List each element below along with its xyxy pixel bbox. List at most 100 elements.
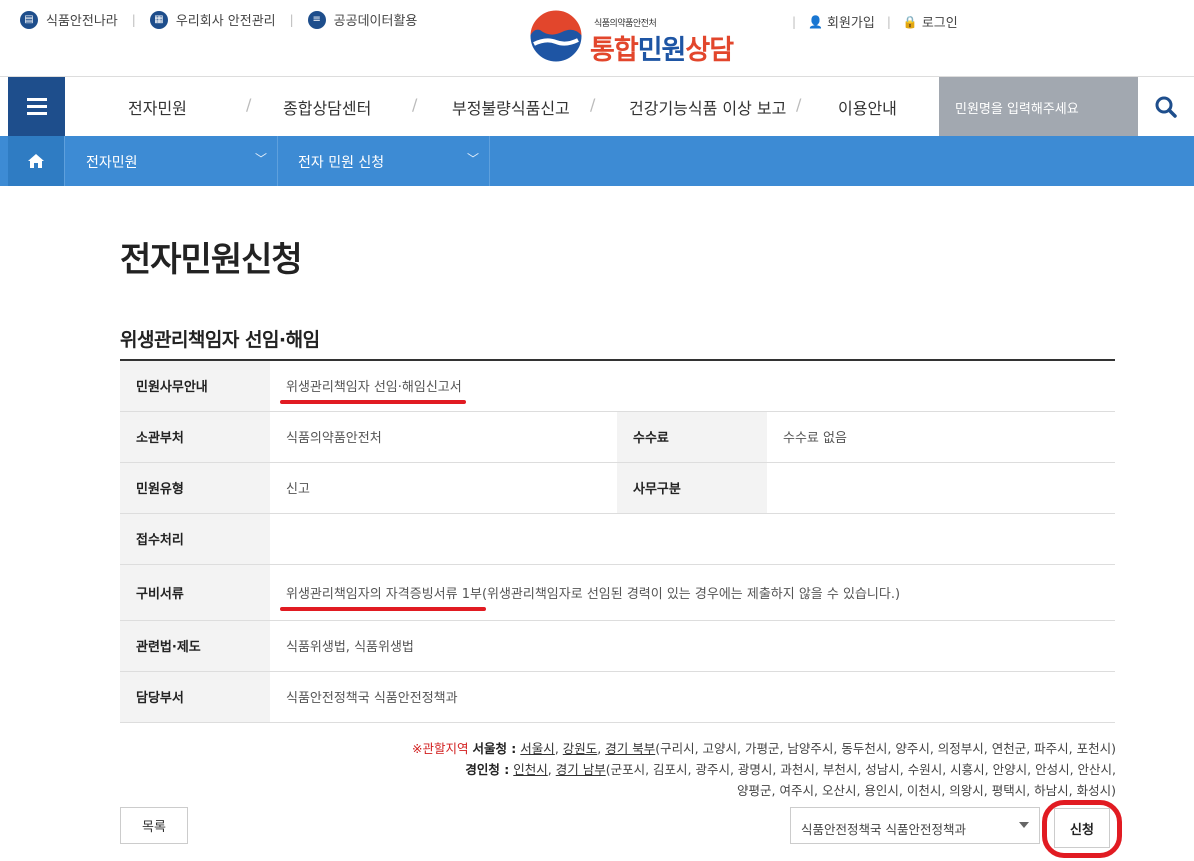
breadcrumb-level1-label: 전자민원: [86, 155, 138, 171]
table-row: 관련법·제도 식품위생법, 식품위생법: [120, 620, 1115, 672]
incheon-region-list-cont: 양평군, 여주시, 오산시, 용인시, 이천시, 의왕시, 평택시, 하남시, …: [737, 783, 1116, 798]
search-icon: [1155, 96, 1177, 118]
logo-title-part: 통합: [590, 35, 639, 66]
gnb-item-guide[interactable]: 이용안내: [838, 95, 897, 119]
signup-label: 회원가입: [827, 16, 875, 31]
seoul-line: ※관할지역 서울청 : 서울시, 강원도, 경기 북부(구리시, 고양시, 가평…: [411, 741, 1116, 756]
search-input[interactable]: 민원명을 입력해주세요: [939, 77, 1138, 136]
menu-bar: [26, 98, 47, 101]
charge-value: 식품안전정책국 식품안전정책과: [270, 671, 1115, 723]
document-icon: ▤: [20, 10, 38, 29]
global-nav: 전자민원 / 종합상담센터 / 부정불량식품신고 / 건강기능식품 이상 보고 …: [0, 76, 1194, 136]
divider: |: [289, 12, 294, 27]
utility-right-links: | 👤 회원가입 | 🔒 로그인: [780, 12, 958, 32]
highlight-circle: [1042, 800, 1122, 858]
work-value: [767, 462, 1115, 514]
gnb-item-consult-center[interactable]: 종합상담센터: [283, 95, 371, 119]
search-button[interactable]: [1138, 77, 1194, 136]
jurisdiction-notice: ※관할지역 서울청 : 서울시, 강원도, 경기 북부(구리시, 고양시, 가평…: [120, 738, 1116, 801]
list-button[interactable]: 목록: [120, 807, 188, 844]
login-link[interactable]: 🔒 로그인: [902, 12, 958, 32]
hamburger-menu-button[interactable]: [8, 77, 65, 136]
user-plus-icon: 👤: [808, 14, 823, 29]
docs-label: 구비서류: [120, 564, 270, 621]
incheon-office-label: 경인청 :: [465, 762, 510, 777]
home-icon: [28, 154, 44, 168]
region-link[interactable]: 경기 북부: [605, 741, 655, 756]
law-value: 식품위생법, 식품위생법: [270, 620, 1115, 672]
table-row: 소관부처 식품의약품안전처 수수료 수수료 없음: [120, 411, 1115, 463]
divider: |: [886, 14, 891, 29]
gnb-divider: /: [246, 95, 252, 114]
region-link[interactable]: 강원도: [563, 741, 598, 756]
database-icon: ≡: [307, 10, 326, 29]
chevron-down-icon: ﹀: [466, 152, 479, 166]
menu-bar: [26, 105, 47, 108]
charge-label: 담당부서: [120, 671, 270, 723]
incheon-line: 경인청 : 인천시, 경기 남부(군포시, 김포시, 광주시, 광명시, 과천시…: [465, 762, 1116, 777]
type-value: 신고: [270, 462, 617, 514]
company-safety-label: 우리회사 안전관리: [175, 14, 276, 29]
region-link[interactable]: 서울시: [520, 741, 555, 756]
food-safety-label: 식품안전나라: [46, 14, 118, 29]
breadcrumb-level1[interactable]: 전자민원 ﹀: [66, 136, 278, 186]
section-title: 위생관리책임자 선임·해임: [120, 329, 320, 351]
home-button[interactable]: [8, 136, 65, 186]
gnb-divider: /: [412, 95, 418, 114]
receipt-label: 접수처리: [120, 513, 270, 565]
fee-value: 수수료 없음: [767, 411, 1115, 463]
logo-title-part: 상담: [685, 35, 734, 66]
public-data-label: 공공데이터활용: [333, 14, 418, 29]
guide-value-cell: 위생관리책임자 선임·해임신고서: [270, 360, 1115, 412]
chevron-down-icon: ﹀: [254, 152, 267, 166]
seoul-office-label: 서울청 :: [472, 741, 517, 756]
guide-value[interactable]: 위생관리책임자 선임·해임신고서: [280, 376, 466, 405]
work-label: 사무구분: [617, 462, 767, 514]
government-emblem-icon: [529, 9, 583, 63]
login-label: 로그인: [921, 16, 958, 31]
site-logo[interactable]: 식품의약품안전처 통합민원상담: [528, 8, 748, 66]
gnb-divider: /: [796, 95, 802, 114]
petition-info-table: 민원사무안내 위생관리책임자 선임·해임신고서 소관부처 식품의약품안전처 수수…: [120, 359, 1115, 723]
breadcrumb-level2[interactable]: 전자 민원 신청 ﹀: [278, 136, 490, 186]
gnb-divider: /: [590, 95, 596, 114]
department-select-value: 식품안전정책국 식품안전정책과: [801, 822, 966, 837]
dept-value: 식품의약품안전처: [270, 411, 617, 463]
lock-icon: 🔒: [902, 14, 918, 29]
signup-link[interactable]: 👤 회원가입: [808, 12, 875, 32]
type-label: 민원유형: [120, 462, 270, 514]
company-safety-link[interactable]: ▦ 우리회사 안전관리: [149, 10, 276, 29]
breadcrumb-level2-label: 전자 민원 신청: [298, 155, 385, 171]
docs-value-note: (위생관리책임자로 선임된 경력이 있는 경우에는 제출하지 않을 수 있습니다…: [481, 586, 901, 602]
docs-value-cell: 위생관리책임자의 자격증빙서류 1부(위생관리책임자로 선임된 경력이 있는 경…: [270, 564, 1115, 621]
table-row: 접수처리: [120, 513, 1115, 565]
utility-bar: ▤ 식품안전나라 | ▦ 우리회사 안전관리 | ≡ 공공데이터활용 식품의약품…: [0, 0, 1194, 76]
dept-label: 소관부처: [120, 411, 270, 463]
page-title: 전자민원신청: [120, 240, 303, 280]
receipt-value: [270, 513, 1115, 565]
table-row: 민원사무안내 위생관리책임자 선임·해임신고서: [120, 360, 1115, 412]
docs-value-main[interactable]: 위생관리책임자의 자격증빙서류 1부: [280, 583, 486, 611]
divider: |: [792, 14, 797, 29]
divider: |: [131, 12, 136, 27]
logo-title-part: 민원: [637, 35, 687, 66]
gnb-item-health-food-report[interactable]: 건강기능식품 이상 보고: [629, 95, 786, 119]
table-row: 민원유형 신고 사무구분: [120, 462, 1115, 514]
table-row: 담당부서 식품안전정책국 식품안전정책과: [120, 671, 1115, 723]
region-link[interactable]: 인천시: [513, 762, 548, 777]
law-label: 관련법·제도: [120, 620, 270, 672]
food-safety-link[interactable]: ▤ 식품안전나라: [20, 10, 118, 29]
guide-label: 민원사무안내: [120, 360, 270, 412]
public-data-link[interactable]: ≡ 공공데이터활용: [307, 10, 418, 29]
gnb-item-e-petition[interactable]: 전자민원: [128, 95, 187, 119]
gnb-item-bad-food-report[interactable]: 부정불량식품신고: [452, 95, 570, 119]
department-select[interactable]: 식품안전정책국 식품안전정책과: [790, 807, 1040, 844]
incheon-line-2: 양평군, 여주시, 오산시, 용인시, 이천시, 의왕시, 평택시, 하남시, …: [120, 780, 1116, 801]
region-link[interactable]: 경기 남부: [556, 762, 606, 777]
logo-title: 통합민원상담: [590, 28, 734, 67]
seoul-region-list: (구리시, 고양시, 가평군, 남양주시, 동두천시, 양주시, 의정부시, 연…: [655, 741, 1116, 756]
breadcrumb: 전자민원 ﹀ 전자 민원 신청 ﹀: [0, 136, 1194, 186]
table-row: 구비서류 위생관리책임자의 자격증빙서류 1부(위생관리책임자로 선임된 경력이…: [120, 564, 1115, 621]
jurisdiction-label: ※관할지역: [411, 741, 469, 756]
building-icon: ▦: [149, 10, 168, 29]
